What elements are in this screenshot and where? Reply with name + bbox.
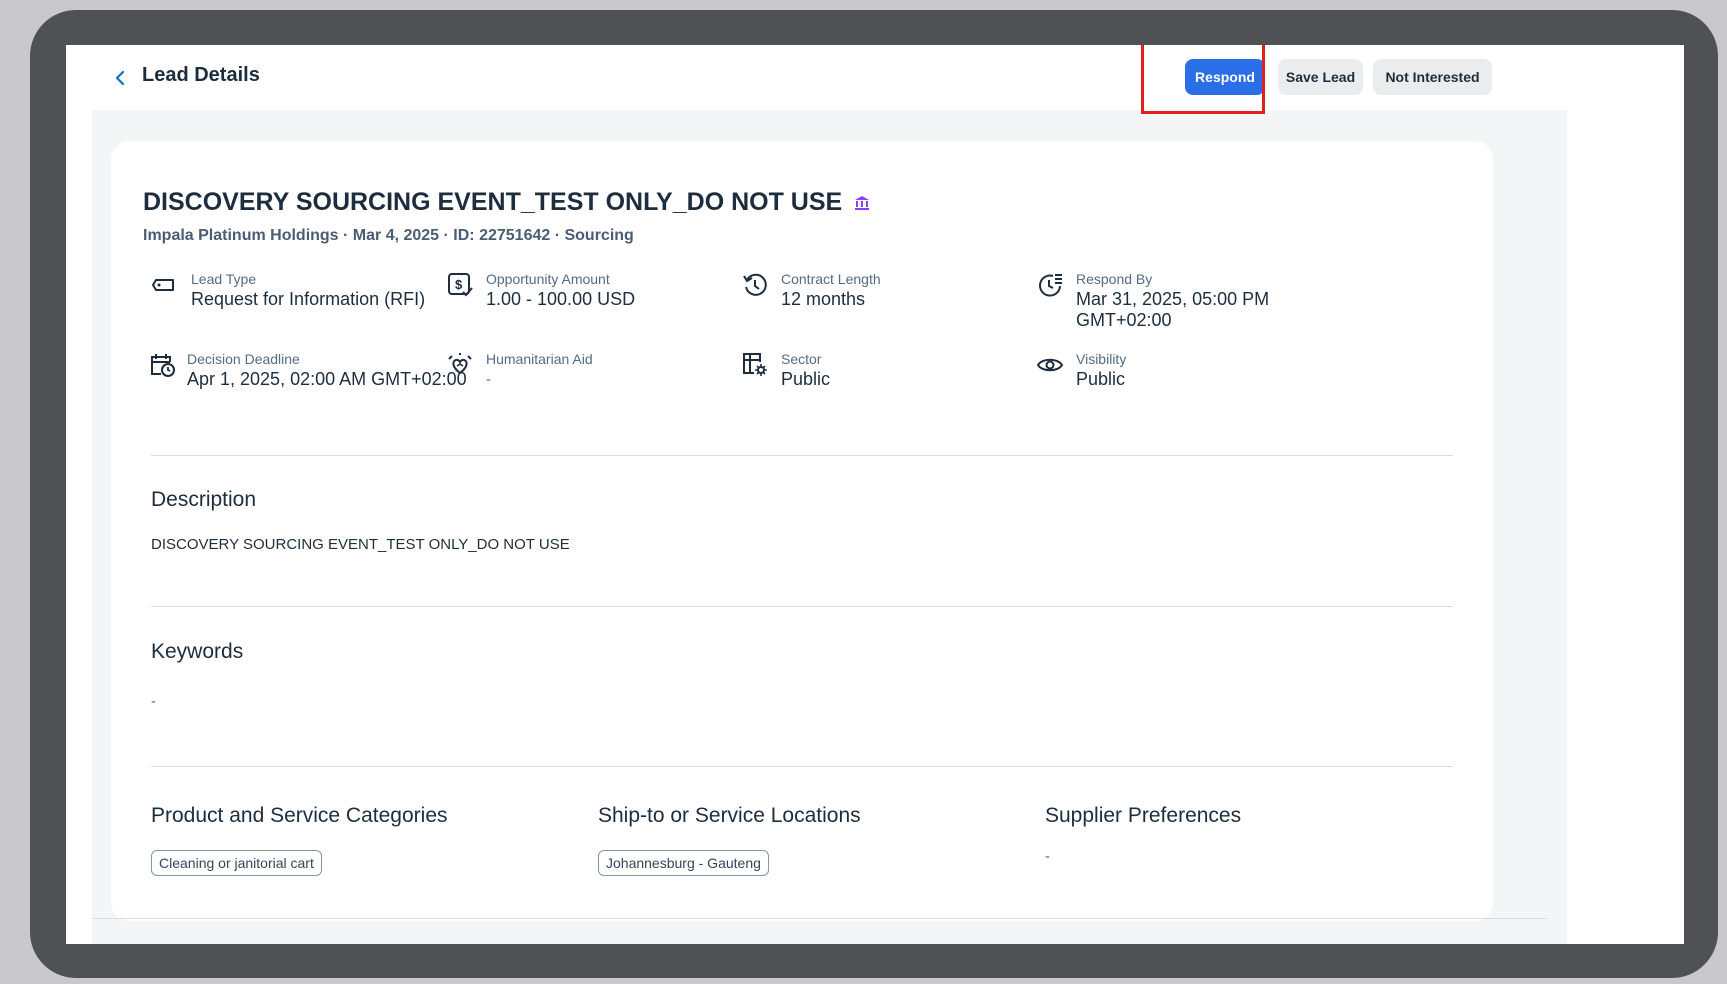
location-tag[interactable]: Johannesburg - Gauteng: [598, 850, 769, 876]
divider: [151, 766, 1453, 767]
field-value: Request for Information (RFI): [191, 289, 426, 309]
field-label: Visibility: [1076, 351, 1127, 367]
field-label: Lead Type: [191, 271, 257, 287]
field-label: Opportunity Amount: [486, 271, 610, 287]
tag-icon: [151, 271, 179, 299]
app-screen: Lead Details Respond Save Lead Not Inter…: [66, 45, 1684, 944]
keywords-heading: Keywords: [151, 640, 244, 663]
lead-card: DISCOVERY SOURCING EVENT_TEST ONLY_DO NO…: [111, 141, 1493, 921]
save-lead-button[interactable]: Save Lead: [1278, 59, 1363, 95]
supplier-preferences-heading: Supplier Preferences: [1045, 804, 1242, 827]
supplier-preferences-value: -: [1045, 848, 1050, 865]
field-label: Humanitarian Aid: [486, 351, 593, 367]
categories-heading: Product and Service Categories: [151, 804, 448, 827]
field-value: 1.00 - 100.00 USD: [486, 289, 636, 309]
page-header: Lead Details Respond Save Lead Not Inter…: [66, 45, 1684, 114]
divider: [151, 455, 1453, 456]
category-tag[interactable]: Cleaning or janitorial cart: [151, 850, 322, 876]
lead-subtitle: Impala Platinum Holdings · Mar 4, 2025 ·…: [143, 227, 634, 244]
locations-heading: Ship-to or Service Locations: [598, 804, 861, 827]
hand-heart-icon: [446, 351, 474, 379]
field-label: Decision Deadline: [187, 351, 300, 367]
svg-text:$: $: [455, 277, 463, 292]
field-label: Respond By: [1076, 271, 1153, 287]
card-bottom-divider: [92, 918, 1547, 919]
lead-title-text: DISCOVERY SOURCING EVENT_TEST ONLY_DO NO…: [143, 188, 843, 216]
chevron-left-icon[interactable]: [113, 66, 133, 90]
not-interested-button[interactable]: Not Interested: [1373, 59, 1492, 95]
keywords-value: -: [151, 693, 156, 710]
field-label: Contract Length: [781, 271, 881, 287]
eye-icon: [1036, 351, 1064, 379]
field-label: Sector: [781, 351, 822, 367]
field-value: -: [486, 371, 491, 388]
page-title: Lead Details: [142, 64, 260, 86]
field-value: Apr 1, 2025, 02:00 AM GMT+02:00: [187, 369, 467, 389]
description-text: DISCOVERY SOURCING EVENT_TEST ONLY_DO NO…: [151, 536, 570, 553]
field-value: Public: [781, 369, 831, 389]
lead-title: DISCOVERY SOURCING EVENT_TEST ONLY_DO NO…: [143, 188, 870, 217]
divider: [151, 606, 1453, 607]
field-value: Public: [1076, 369, 1126, 389]
money-icon: $: [446, 271, 474, 299]
description-heading: Description: [151, 488, 257, 511]
calendar-clock-icon: [149, 351, 177, 379]
field-value: Mar 31, 2025, 05:00 PM GMT+02:00: [1076, 289, 1270, 330]
respond-highlight-box: [1141, 45, 1265, 114]
field-value: 12 months: [781, 289, 866, 309]
clock-list-icon: [1036, 271, 1064, 299]
building-gear-icon: [741, 351, 769, 379]
history-icon: [741, 271, 769, 299]
institution-icon: [854, 195, 870, 211]
